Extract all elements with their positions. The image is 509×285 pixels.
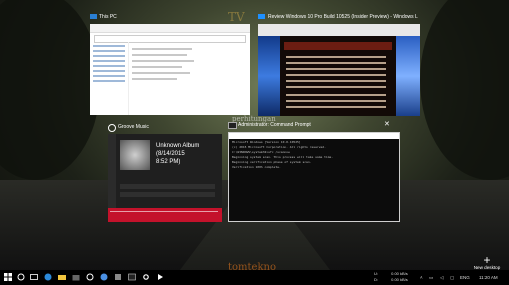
cmd-line: (c) 2015 Microsoft Corporation. All righ… bbox=[232, 145, 326, 149]
browser-tab-bar bbox=[258, 24, 420, 36]
chevron-up-icon[interactable]: ˄ bbox=[420, 270, 423, 285]
cmd-line: Verification 100% complete. bbox=[232, 165, 281, 169]
task-view-icon[interactable] bbox=[30, 273, 38, 281]
browser-window-title[interactable]: Review Windows 10 Pro Build 10525 (Insid… bbox=[268, 14, 418, 20]
upload-label: U: bbox=[374, 271, 378, 276]
cmd-line: Microsoft Windows [Version 10.0.10525] bbox=[232, 140, 301, 144]
cmd-titlebar bbox=[229, 133, 399, 139]
album-cover bbox=[120, 140, 150, 170]
edge-icon[interactable] bbox=[44, 273, 52, 281]
album-time: 8:52 PM) bbox=[156, 159, 181, 165]
upload-value: 0.00 kB/s bbox=[391, 271, 408, 276]
browser-window-thumbnail[interactable] bbox=[258, 24, 420, 116]
album-title: Unknown Album (8/14/2015 bbox=[156, 143, 200, 157]
cmd-line: C:\WINDOWS\system32>sfc /scannow bbox=[232, 150, 290, 154]
tree-right bbox=[420, 0, 509, 180]
browser-icon bbox=[258, 14, 265, 19]
cmd-window-thumbnail[interactable]: Microsoft Windows [Version 10.0.10525] (… bbox=[228, 132, 400, 222]
browser-taskbar-icon[interactable] bbox=[100, 273, 108, 281]
new-desktop-button[interactable]: + New desktop bbox=[472, 253, 502, 270]
network-speed-meter: U: 0.00 kB/s D: 0.00 kB/s bbox=[374, 271, 408, 283]
explorer-navigation-pane bbox=[90, 42, 129, 115]
album-meta: Unknown Album (8/14/2015 8:52 PM) bbox=[156, 142, 222, 166]
notification-icon[interactable]: ▢ bbox=[450, 270, 454, 285]
close-icon[interactable]: ✕ bbox=[384, 120, 390, 128]
network-icon[interactable]: ▭ bbox=[429, 270, 433, 285]
cmd-line: Beginning verification phase of system s… bbox=[232, 160, 312, 164]
explorer-window-thumbnail[interactable] bbox=[90, 24, 250, 115]
settings-gear-icon[interactable] bbox=[142, 273, 150, 281]
taskbar: U: 0.00 kB/s D: 0.00 kB/s ˄ ▭ ◁ ▢ ENG 11… bbox=[0, 270, 509, 285]
cmd-line: Beginning system scan. This process will… bbox=[232, 155, 334, 159]
file-explorer-icon[interactable] bbox=[58, 273, 66, 281]
download-value: 0.00 kB/s bbox=[391, 277, 408, 282]
explorer-file-list bbox=[132, 44, 242, 84]
browser-page-content bbox=[258, 36, 420, 116]
app-icon[interactable] bbox=[114, 273, 122, 281]
volume-icon[interactable]: ◁ bbox=[440, 270, 443, 285]
media-player-icon[interactable] bbox=[156, 273, 164, 281]
folder-icon bbox=[90, 14, 97, 19]
groove-player-bar bbox=[108, 208, 222, 222]
explorer-ribbon bbox=[90, 24, 250, 33]
clock[interactable]: 11:20 AM bbox=[479, 270, 498, 285]
language-indicator[interactable]: ENG bbox=[460, 270, 470, 285]
wallpaper-watermark-top: TV bbox=[228, 10, 245, 24]
groove-window-thumbnail[interactable]: Unknown Album (8/14/2015 8:52 PM) bbox=[108, 134, 222, 222]
tree-left bbox=[0, 0, 100, 180]
explorer-window-title[interactable]: This PC bbox=[99, 14, 117, 20]
windows-start-icon[interactable] bbox=[4, 273, 12, 281]
cmd-icon bbox=[228, 122, 237, 129]
groove-music-icon bbox=[108, 124, 116, 132]
cortana-icon[interactable] bbox=[17, 273, 25, 281]
cmd-window-title[interactable]: Administrator: Command Prompt bbox=[238, 122, 311, 128]
download-label: D: bbox=[374, 277, 378, 282]
cmd-taskbar-icon[interactable] bbox=[128, 273, 136, 281]
groove-music-taskbar-icon[interactable] bbox=[86, 273, 94, 281]
groove-window-title[interactable]: Groove Music bbox=[118, 124, 149, 130]
store-icon[interactable] bbox=[72, 273, 80, 281]
plus-icon: + bbox=[483, 253, 491, 267]
